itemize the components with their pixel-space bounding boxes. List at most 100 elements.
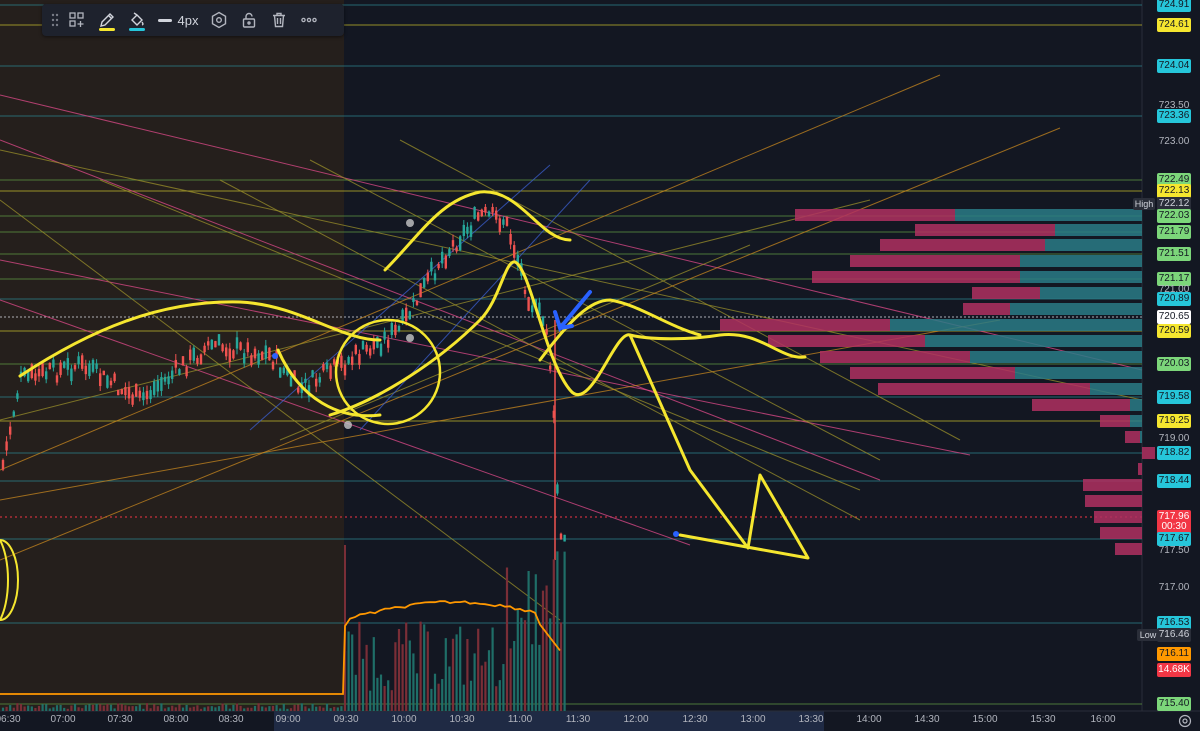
grip-icon[interactable]: [48, 4, 62, 36]
candle-body: [423, 277, 426, 288]
time-label: 16:00: [1090, 714, 1116, 725]
volume-profile-bar: [915, 224, 1055, 236]
candle-body: [455, 247, 458, 252]
candle-body: [430, 261, 433, 272]
candle-body: [466, 226, 469, 234]
candle-body: [207, 341, 210, 346]
price-label: 718.44: [1157, 474, 1191, 488]
candle-body: [156, 380, 159, 392]
candle-body: [268, 347, 271, 361]
price-label: 723.36: [1157, 109, 1191, 123]
candle-body: [239, 342, 242, 350]
price-label: 717.00: [1158, 582, 1190, 593]
price-label: 720.03: [1157, 357, 1191, 371]
candle-body: [480, 209, 483, 217]
candle-body: [145, 390, 149, 400]
candle-body: [343, 364, 347, 376]
candle-body: [441, 251, 444, 264]
price-label: 717.50: [1158, 545, 1190, 556]
volume-profile-bar: [880, 239, 1045, 251]
trend-line: [309, 159, 881, 461]
candle-body: [167, 376, 170, 385]
candle-body: [509, 233, 512, 245]
price-chart-canvas[interactable]: [0, 0, 1200, 731]
anchor-point: [406, 219, 414, 227]
price-label: 720.59: [1157, 324, 1191, 338]
candle-body: [383, 331, 386, 340]
candle-body: [192, 347, 195, 361]
candle-body: [369, 348, 372, 356]
candle-body: [433, 273, 437, 281]
candle-body: [412, 297, 415, 303]
volume-profile-bar: [1094, 511, 1142, 523]
candle-body: [171, 370, 174, 379]
candle-body: [189, 349, 192, 361]
candle-body: [351, 356, 354, 365]
candle-body: [1, 460, 5, 470]
candle-body: [120, 389, 123, 395]
low-tag: Low: [1137, 629, 1159, 641]
candle-body: [448, 249, 451, 257]
volume-profile-bar: [812, 271, 1020, 283]
stroke-color-button[interactable]: [92, 4, 122, 36]
lock-icon[interactable]: [234, 4, 264, 36]
drawing-curve: [538, 298, 702, 362]
add-to-favorites-icon[interactable]: [62, 4, 92, 36]
candle-body: [106, 375, 109, 388]
candle-body: [372, 339, 375, 350]
candle-body: [379, 343, 383, 356]
candle-body: [358, 353, 361, 365]
trash-icon[interactable]: [264, 4, 294, 36]
drawing-curve: [383, 190, 572, 272]
volume-profile-bar: [1090, 383, 1142, 395]
volume-profile-bar: [720, 319, 890, 331]
candle-body: [563, 534, 566, 542]
candle-body: [196, 357, 199, 364]
settings-icon[interactable]: [204, 4, 234, 36]
time-label: 08:30: [218, 714, 244, 725]
candle-body: [322, 363, 325, 371]
time-label: 11:30: [565, 714, 591, 725]
candle-body: [354, 344, 357, 354]
candle-body: [451, 240, 455, 247]
price-label: 721.79: [1157, 225, 1191, 239]
price-label: 724.91: [1157, 0, 1191, 12]
candle-body: [66, 358, 69, 370]
candle-body: [203, 345, 206, 353]
time-label: 10:00: [391, 714, 417, 725]
candle-body: [397, 325, 401, 331]
volume-profile-bar: [1115, 543, 1142, 555]
candle-body: [340, 355, 343, 368]
chart-workspace[interactable]: 4px 724.91 724.61 724.04 723.50 723.36 723.00…: [0, 0, 1200, 731]
candle-body: [16, 393, 19, 399]
anchor-point: [673, 531, 679, 537]
candle-body: [513, 245, 516, 258]
candle-body: [27, 371, 30, 382]
chart-settings-gear-icon[interactable]: [1176, 712, 1194, 730]
candle-body: [59, 362, 62, 375]
volume-profile-bar: [1083, 479, 1142, 491]
volume-profile-bar: [1020, 255, 1142, 267]
candle-body: [199, 354, 203, 365]
candle-body: [329, 365, 332, 379]
candle-body: [279, 367, 282, 378]
candle-body: [289, 375, 293, 387]
volume-profile-bar: [972, 287, 1040, 299]
candle-body: [225, 347, 228, 357]
trend-line: [279, 244, 751, 441]
time-label: 09:30: [333, 714, 359, 725]
candle-body: [477, 212, 480, 221]
candle-body: [297, 387, 300, 393]
candle-body: [405, 307, 408, 322]
fill-color-button[interactable]: [122, 4, 152, 36]
price-label: 722.13: [1157, 184, 1191, 198]
volume-profile-bar: [795, 209, 955, 221]
time-label: 06:30: [0, 714, 21, 725]
price-label: 723.00: [1158, 136, 1190, 147]
volume-profile-bar: [1130, 399, 1142, 411]
candle-body: [505, 217, 509, 226]
more-icon[interactable]: [294, 4, 324, 36]
candle-body: [498, 218, 501, 232]
volume-profile-bar: [850, 367, 1015, 379]
line-width-button[interactable]: 4px: [152, 4, 204, 36]
